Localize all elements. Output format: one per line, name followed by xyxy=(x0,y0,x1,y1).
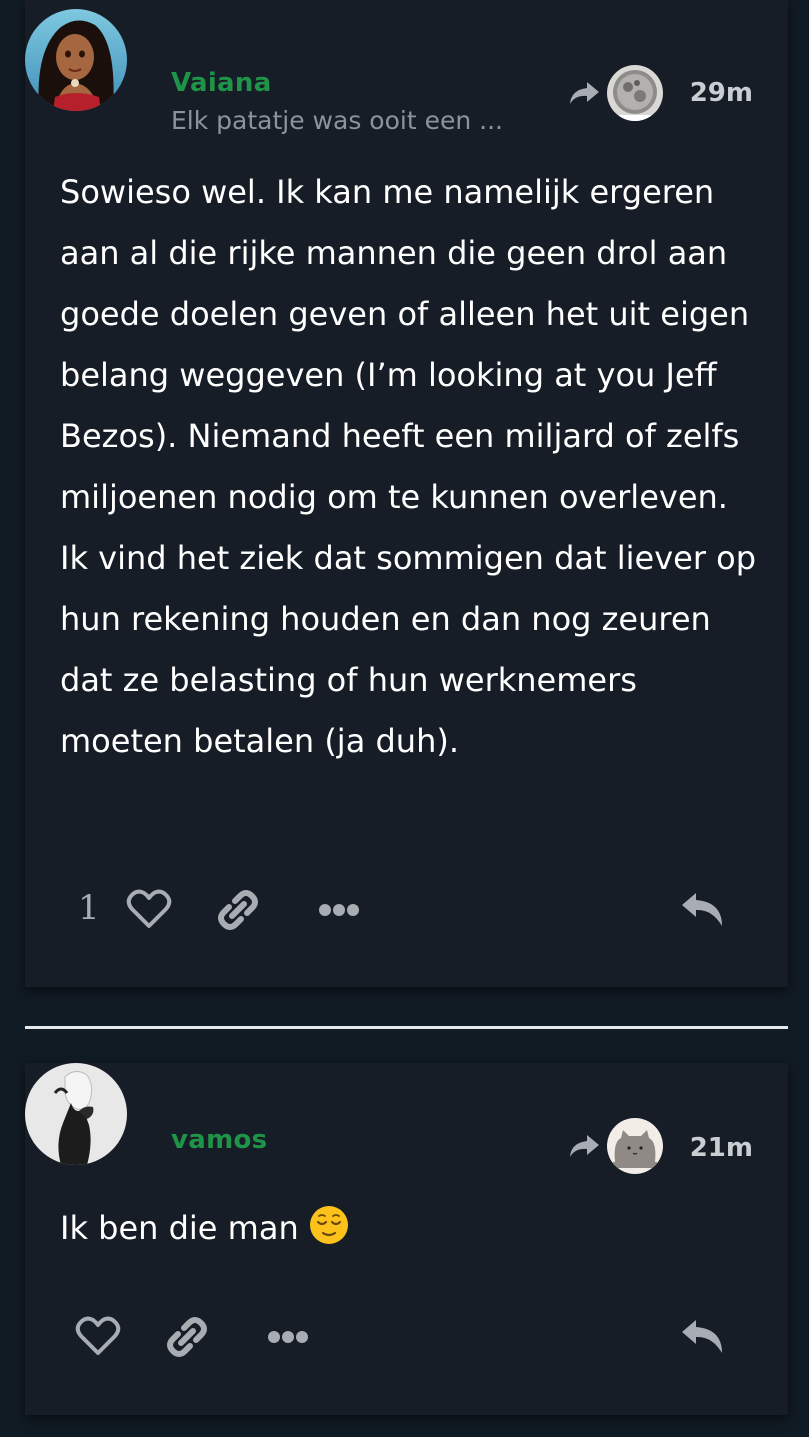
post-card: vamos 21m Ik ben die man xyxy=(25,1063,788,1415)
heart-icon[interactable] xyxy=(126,888,172,930)
username[interactable]: Vaiana xyxy=(171,68,272,98)
heart-icon[interactable] xyxy=(75,1315,121,1357)
avatar[interactable] xyxy=(25,9,127,111)
like-count: 1 xyxy=(78,888,100,928)
link-icon[interactable] xyxy=(216,888,260,932)
post-actions: 1 xyxy=(25,880,788,940)
more-icon[interactable] xyxy=(318,902,360,918)
reply-icon[interactable] xyxy=(680,890,726,930)
relieved-face-emoji xyxy=(309,1204,349,1244)
divider xyxy=(25,1026,788,1029)
reply-to-avatar[interactable] xyxy=(607,65,663,121)
post-body: Ik ben die man xyxy=(60,1198,760,1259)
reply-icon[interactable] xyxy=(680,1317,726,1357)
topic-snippet[interactable]: Elk patatje was ooit een ... xyxy=(171,106,566,135)
more-icon[interactable] xyxy=(267,1329,309,1345)
post-body: Sowieso wel. Ik kan me namelijk ergeren … xyxy=(60,173,757,760)
reply-indicator-icon xyxy=(567,1133,601,1159)
username[interactable]: vamos xyxy=(171,1125,267,1155)
reply-indicator-icon xyxy=(567,80,601,106)
link-icon[interactable] xyxy=(165,1315,209,1359)
reply-to-indicator[interactable] xyxy=(567,1118,663,1174)
reply-to-avatar[interactable] xyxy=(607,1118,663,1174)
avatar[interactable] xyxy=(25,1063,127,1165)
post-actions xyxy=(25,1307,788,1367)
reply-to-indicator[interactable] xyxy=(567,65,663,121)
timestamp: 29m xyxy=(689,78,753,108)
post-body-text: Ik ben die man xyxy=(60,1209,299,1247)
post-card: Vaiana Elk patatje was ooit een ... 29m … xyxy=(25,0,788,987)
page: Vaiana Elk patatje was ooit een ... 29m … xyxy=(0,0,809,1437)
timestamp: 21m xyxy=(689,1133,753,1163)
